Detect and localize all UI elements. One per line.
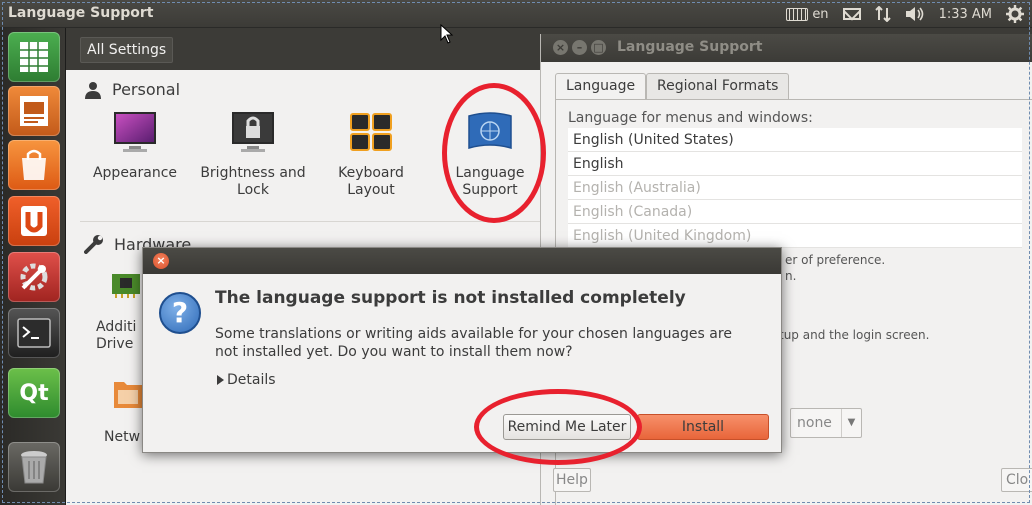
personal-section-label: Personal bbox=[112, 80, 181, 99]
input-method-combo[interactable]: none ▼ bbox=[790, 408, 862, 438]
terminal-icon bbox=[17, 318, 51, 348]
brightness-lock-tile[interactable]: Brightness and Lock bbox=[198, 110, 308, 199]
install-button[interactable]: Install bbox=[637, 414, 769, 440]
ubuntu-one-icon bbox=[21, 206, 47, 236]
volume-icon bbox=[905, 7, 923, 21]
mouse-cursor-icon bbox=[440, 24, 454, 44]
dialog-titlebar: × bbox=[143, 248, 781, 274]
help-button[interactable]: Help bbox=[553, 468, 591, 492]
list-item[interactable]: English bbox=[568, 152, 1022, 176]
question-icon: ? bbox=[159, 292, 201, 334]
presentation-icon bbox=[20, 96, 48, 126]
all-settings-button[interactable]: All Settings bbox=[80, 37, 174, 63]
launcher-item-ubuntu-one[interactable] bbox=[8, 196, 60, 246]
launcher-item-spreadsheet[interactable] bbox=[8, 32, 60, 82]
network-indicator[interactable] bbox=[874, 6, 891, 22]
tab-regional-formats[interactable]: Regional Formats bbox=[646, 73, 790, 99]
section-divider bbox=[80, 221, 540, 222]
minimize-icon: – bbox=[576, 41, 583, 54]
login-screen-hint-text: tup and the login screen. bbox=[779, 328, 930, 342]
session-indicator[interactable] bbox=[1006, 5, 1024, 23]
language-flag-icon bbox=[468, 112, 512, 149]
dialog-body-text: Some translations or writing aids availa… bbox=[215, 326, 732, 360]
keyboard-layout-label: en bbox=[812, 6, 829, 22]
keyboard-layout-label: Keyboard Layout bbox=[338, 165, 404, 198]
wrench-icon bbox=[84, 235, 103, 254]
close-icon: × bbox=[555, 41, 566, 54]
list-item[interactable]: English (United Kingdom) bbox=[568, 224, 1022, 248]
close-icon: × bbox=[156, 254, 166, 267]
sound-indicator[interactable] bbox=[905, 6, 925, 22]
system-settings-icon bbox=[20, 263, 48, 291]
top-panel: Language Support en 1:33 AM bbox=[0, 0, 1032, 28]
network-folder-icon bbox=[114, 382, 142, 408]
window-minimize-button[interactable]: – bbox=[572, 40, 587, 55]
shopping-bag-icon bbox=[22, 149, 46, 180]
language-support-tile[interactable]: Language Support bbox=[435, 110, 545, 199]
keyboard-icon bbox=[786, 7, 809, 21]
launcher-item-trash[interactable] bbox=[8, 442, 60, 492]
dialog-close-button[interactable]: × bbox=[153, 253, 169, 269]
details-expander[interactable]: Details bbox=[217, 372, 276, 388]
keyboard-layout-icon bbox=[350, 113, 392, 151]
spreadsheet-icon bbox=[20, 42, 48, 72]
list-item[interactable]: English (Canada) bbox=[568, 200, 1022, 224]
launcher-item-qt[interactable]: Qt bbox=[8, 368, 60, 418]
close-button[interactable]: Clo bbox=[1001, 468, 1032, 492]
clock-indicator[interactable]: 1:33 AM bbox=[939, 7, 992, 22]
launcher-item-presentation[interactable] bbox=[8, 86, 60, 136]
additional-drivers-label: Additi Drive bbox=[96, 319, 137, 352]
language-window-titlebar: × – □ Language Support bbox=[541, 34, 1032, 62]
keyboard-layout-tile[interactable]: Keyboard Layout bbox=[316, 110, 426, 199]
preference-hint-text: er of preference. bbox=[785, 253, 886, 267]
person-icon bbox=[85, 81, 101, 99]
clock-label: 1:33 AM bbox=[938, 6, 992, 22]
combo-value: none bbox=[797, 415, 832, 431]
launcher-item-terminal[interactable] bbox=[8, 308, 60, 358]
language-support-label: Language Support bbox=[455, 165, 525, 198]
messaging-indicator[interactable] bbox=[842, 8, 861, 20]
appearance-label: Appearance bbox=[92, 165, 178, 181]
appearance-tile[interactable]: Appearance bbox=[80, 110, 190, 182]
launcher: Qt bbox=[0, 28, 66, 505]
appearance-icon bbox=[114, 112, 156, 152]
remind-me-later-button[interactable]: Remind Me Later bbox=[503, 414, 631, 440]
launcher-item-shopping[interactable] bbox=[8, 140, 60, 190]
active-window-title: Language Support bbox=[8, 5, 154, 21]
tab-language[interactable]: Language bbox=[555, 73, 647, 100]
language-list[interactable]: English (United States) English English … bbox=[568, 128, 1022, 248]
window-close-button[interactable]: × bbox=[553, 40, 568, 55]
language-window-title: Language Support bbox=[617, 39, 763, 55]
gear-icon bbox=[1006, 5, 1024, 23]
brightness-lock-label: Brightness and Lock bbox=[200, 165, 306, 198]
personal-section-header: Personal bbox=[84, 80, 180, 99]
list-item[interactable]: English (Australia) bbox=[568, 176, 1022, 200]
lock-icon bbox=[232, 112, 274, 152]
dialog-heading: The language support is not installed co… bbox=[215, 288, 686, 308]
launcher-item-system-settings[interactable] bbox=[8, 252, 60, 302]
chip-icon bbox=[112, 274, 140, 298]
chevron-down-icon: ▼ bbox=[841, 409, 861, 437]
hint-text-fragment: n. bbox=[785, 269, 797, 283]
trash-icon bbox=[21, 451, 47, 484]
expander-arrow-icon bbox=[217, 375, 224, 385]
network-icon bbox=[874, 6, 891, 22]
details-label: Details bbox=[227, 372, 276, 388]
mail-icon bbox=[842, 8, 861, 20]
language-list-label: Language for menus and windows: bbox=[568, 110, 813, 126]
maximize-icon: □ bbox=[593, 41, 604, 54]
keyboard-indicator[interactable]: en bbox=[786, 6, 829, 22]
settings-toolbar: All Settings bbox=[66, 28, 546, 70]
indicator-area: en 1:33 AM bbox=[786, 0, 1024, 28]
list-item[interactable]: English (United States) bbox=[568, 128, 1022, 152]
window-maximize-button[interactable]: □ bbox=[591, 40, 606, 55]
qt-icon: Qt bbox=[19, 380, 49, 406]
incomplete-language-dialog: × ? The language support is not installe… bbox=[142, 247, 782, 453]
